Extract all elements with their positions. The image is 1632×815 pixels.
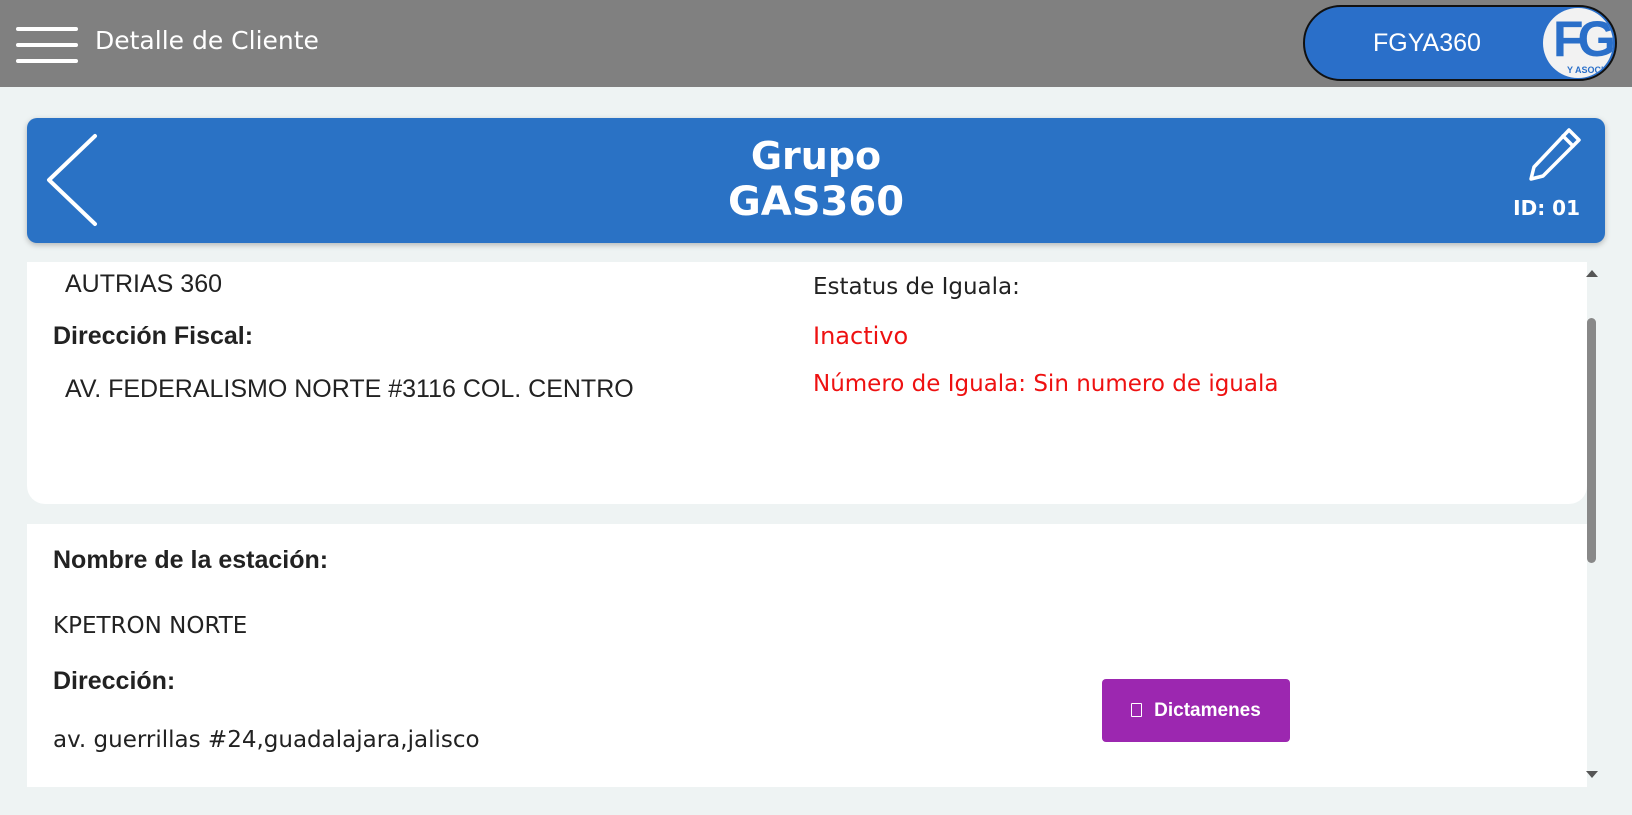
fiscal-address-label: Dirección Fiscal: [53, 322, 254, 350]
station-name-value: KPETRON NORTE [53, 613, 248, 639]
vertical-scrollbar[interactable] [1582, 262, 1602, 787]
fiscal-address-value: AV. FEDERALISMO NORTE #3116 COL. CENTRO [65, 375, 634, 403]
user-name-label: FGYA360 [1373, 29, 1481, 57]
pencil-icon [1529, 128, 1581, 181]
client-id-label: ID: 01 [1513, 196, 1580, 220]
station-name-label: Nombre de la estación: [53, 546, 329, 574]
client-name-value: AUTRIAS 360 [65, 270, 223, 298]
logo-subtext: Y ASOCI [1567, 65, 1604, 75]
station-address-label: Dirección: [53, 667, 176, 695]
menu-icon[interactable] [16, 27, 78, 63]
scrollbar-thumb[interactable] [1587, 318, 1596, 563]
top-app-bar: Detalle de Cliente FGYA360 FG Y ASOCI [0, 0, 1632, 87]
client-header-card: Grupo GAS360 ID: 01 [27, 118, 1605, 243]
edit-button[interactable] [1525, 124, 1585, 184]
fee-status-label: Estatus de Iguala: [813, 274, 1020, 300]
client-info-card: AUTRIAS 360 Dirección Fiscal: AV. FEDERA… [27, 262, 1587, 504]
scroll-down-arrow-icon[interactable] [1586, 771, 1598, 778]
dictamenes-button[interactable]: Dictamenes [1102, 679, 1290, 742]
user-account-button[interactable]: FGYA360 FG Y ASOCI [1303, 5, 1617, 81]
logo-text: FG [1553, 11, 1613, 67]
station-card: Nombre de la estación: KPETRON NORTE Dir… [27, 524, 1587, 787]
fee-status-value: Inactivo [813, 322, 909, 350]
scroll-up-arrow-icon[interactable] [1586, 270, 1598, 277]
group-title-line2: GAS360 [727, 179, 905, 225]
client-detail-scroll-area[interactable]: AUTRIAS 360 Dirección Fiscal: AV. FEDERA… [27, 262, 1605, 787]
fee-number-text: Número de Iguala: Sin numero de iguala [813, 371, 1279, 397]
station-address-value: av. guerrillas #24,guadalajara,jalisco [53, 727, 480, 753]
company-logo: FG Y ASOCI [1543, 8, 1613, 78]
dictamenes-button-label: Dictamenes [1154, 699, 1261, 721]
file-icon [1131, 702, 1143, 717]
group-title-line1: Grupo [750, 134, 882, 178]
page-title: Detalle de Cliente [95, 26, 319, 55]
